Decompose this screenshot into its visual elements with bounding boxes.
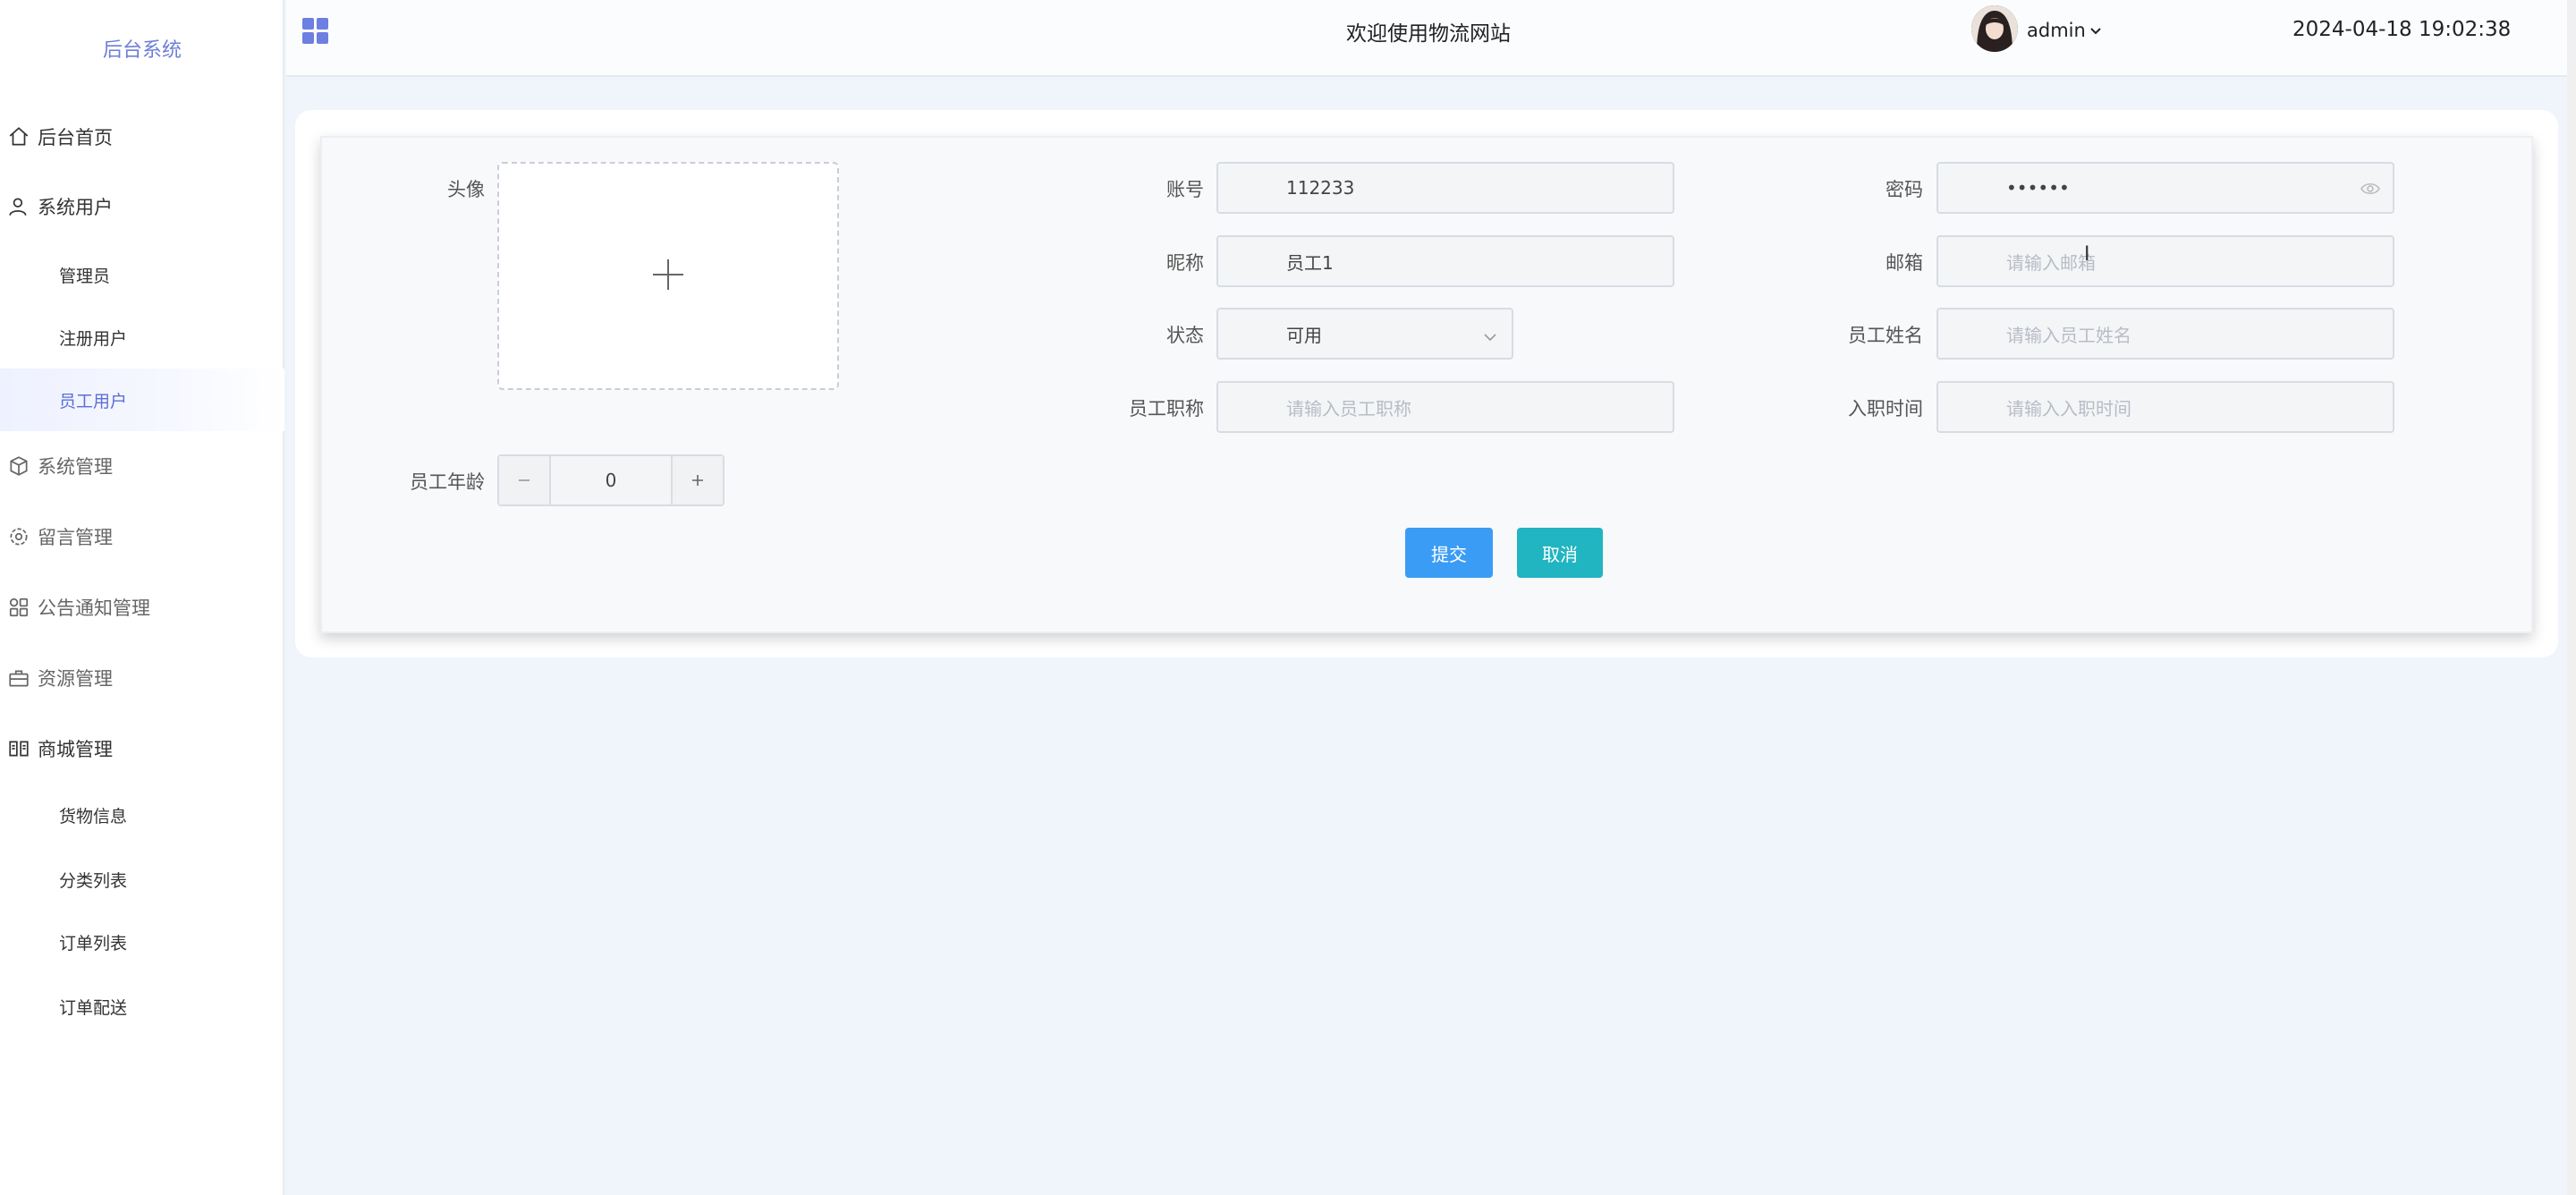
user-icon [5,193,32,220]
account-label: 账号 [1166,179,1204,200]
account-value: 112233 [1286,177,1355,199]
status-value: 可用 [1286,324,1322,346]
sidebar-subitem-staff-users[interactable]: 员工用户 [0,369,284,431]
avatar-label: 头像 [447,179,485,200]
sidebar-item-label: 后台首页 [38,127,113,148]
chevron-down-icon [1483,327,1497,342]
email-placeholder: 请输入邮箱 [2006,251,2096,274]
sidebar-item-label: 系统管理 [38,456,113,478]
status-label: 状态 [1166,325,1204,346]
staff-title-label: 员工职称 [1129,398,1204,420]
status-select[interactable]: 可用 [1216,308,1513,360]
staff-title-field[interactable]: 请输入员工职称 [1216,381,1674,433]
staff-age-value[interactable]: 0 [549,456,673,504]
plus-icon [692,475,703,486]
user-menu[interactable]: admin [2027,20,2102,41]
page-scrollbar[interactable] [2567,0,2576,1195]
avatar[interactable] [1971,5,2018,52]
grid-icon [5,594,32,621]
chevron-down-icon [2089,24,2102,37]
hire-date-label: 入职时间 [1848,398,1923,420]
sidebar-subitem-goods-info[interactable]: 货物信息 [0,784,284,846]
user-name: admin [2027,20,2086,41]
decrease-button[interactable] [499,456,549,504]
sidebar-item-notices-manage[interactable]: 公告通知管理 [0,576,284,639]
staff-name-placeholder: 请输入员工姓名 [2006,324,2131,346]
nickname-field[interactable]: 员工1 [1216,235,1674,287]
email-label: 邮箱 [1885,252,1923,274]
staff-name-field[interactable]: 请输入员工姓名 [1936,308,2394,360]
cube-icon [5,453,32,479]
sidebar-subitem-order-delivery[interactable]: 订单配送 [0,975,284,1038]
brand-title: 后台系统 [102,39,182,62]
password-field[interactable]: •••••• [1936,162,2394,214]
hire-date-placeholder: 请输入入职时间 [2006,397,2131,420]
sidebar-item-system-users[interactable]: 系统用户 [0,175,284,238]
text-cursor-icon: I [2084,243,2090,266]
nickname-value: 员工1 [1286,251,1334,274]
sidebar-item-resources-manage[interactable]: 资源管理 [0,647,284,709]
increase-button[interactable] [673,456,723,504]
top-header: 欢迎使用物流网站 admin 2024-04-18 19:02:38 [286,0,2576,77]
briefcase-icon [5,665,32,691]
current-datetime: 2024-04-18 19:02:38 [2292,18,2512,41]
staff-age-label: 员工年龄 [410,471,485,493]
sidebar: 后台系统 后台首页 系统用户 管理员 注册用户 员工用户 系统管理 留言管理 公… [0,0,284,1195]
staff-age-stepper: 0 [497,454,724,506]
grid-icon[interactable] [302,18,329,45]
welcome-title: 欢迎使用物流网站 [1346,22,1511,46]
sidebar-subitem-category-list[interactable]: 分类列表 [0,848,284,911]
sidebar-item-system-manage[interactable]: 系统管理 [0,435,284,497]
sidebar-item-label: 公告通知管理 [38,598,150,619]
avatar-upload[interactable] [497,162,839,390]
sidebar-item-mall-manage[interactable]: 商城管理 [0,717,284,780]
sidebar-subitem-order-list[interactable]: 订单列表 [0,911,284,973]
submit-button[interactable]: 提交 [1405,528,1493,578]
sidebar-item-label: 资源管理 [38,668,113,690]
book-icon [5,735,32,762]
account-field[interactable]: 112233 [1216,162,1674,214]
sidebar-item-home[interactable]: 后台首页 [0,106,284,168]
sidebar-subitem-admins[interactable]: 管理员 [0,243,284,306]
sidebar-item-label: 系统用户 [38,197,113,218]
nickname-label: 昵称 [1166,252,1204,274]
sidebar-item-label: 留言管理 [38,527,113,548]
cancel-button[interactable]: 取消 [1517,528,1603,578]
sidebar-subitem-registered-users[interactable]: 注册用户 [0,306,284,369]
sidebar-item-messages-manage[interactable]: 留言管理 [0,505,284,568]
sidebar-item-label: 商城管理 [38,739,113,760]
plus-icon [651,258,685,295]
password-value: •••••• [2006,177,2070,199]
password-label: 密码 [1885,179,1923,200]
staff-title-placeholder: 请输入员工职称 [1286,397,1411,420]
minus-icon [519,479,530,481]
eye-icon[interactable] [2360,180,2380,198]
home-icon [5,123,32,150]
gear-icon [5,523,32,550]
email-field[interactable]: 请输入邮箱 [1936,235,2394,287]
hire-date-field[interactable]: 请输入入职时间 [1936,381,2394,433]
staff-name-label: 员工姓名 [1848,325,1923,346]
